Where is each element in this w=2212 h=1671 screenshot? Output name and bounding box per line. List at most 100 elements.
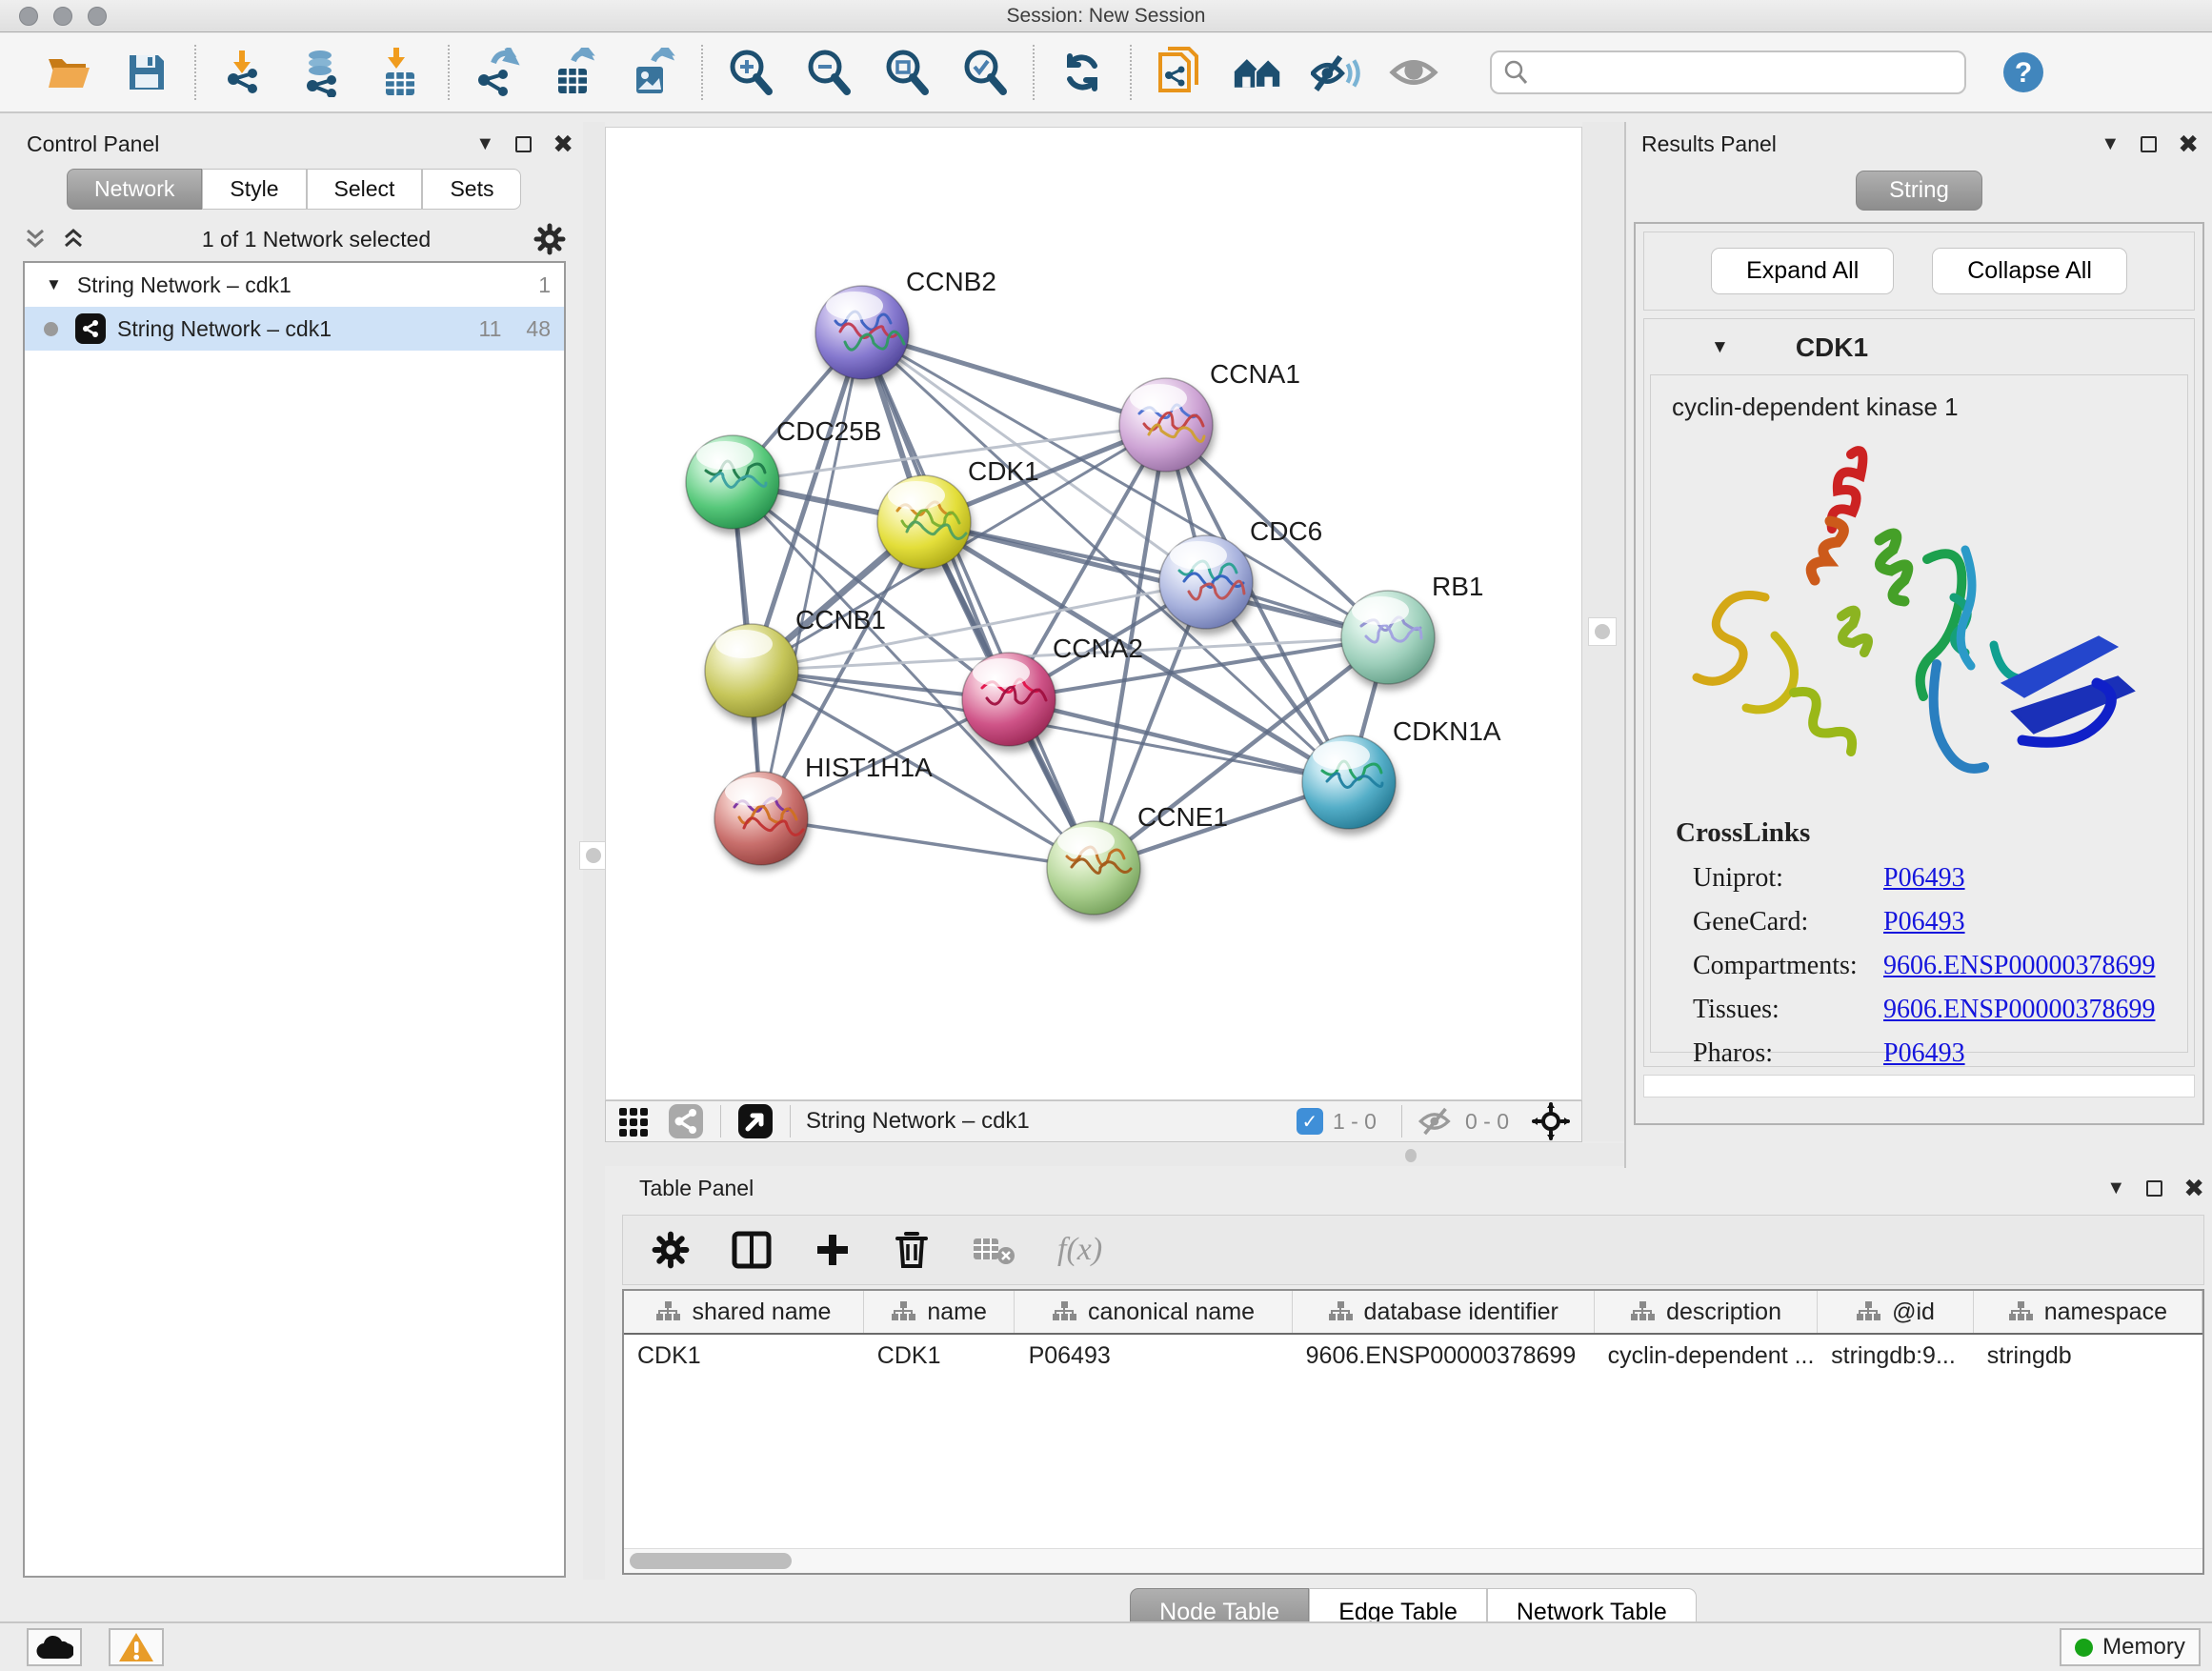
warnings-button[interactable] bbox=[109, 1628, 164, 1666]
zoom-in-button[interactable] bbox=[726, 46, 775, 99]
network-view-canvas[interactable]: CCNB2CCNA1CDC25BCDK1CDC6RB1CCNB1CCNA2CDK… bbox=[605, 127, 1582, 1100]
crosslink-link[interactable]: P06493 bbox=[1883, 863, 1965, 894]
node-CDC6[interactable]: CDC6 bbox=[1159, 516, 1322, 629]
crosslink-link[interactable]: P06493 bbox=[1883, 907, 1965, 937]
expand-all-button[interactable]: Expand All bbox=[1711, 248, 1894, 294]
zoom-out-button[interactable] bbox=[804, 46, 854, 99]
table-panel-float-button[interactable] bbox=[2146, 1180, 2162, 1197]
table-horizontal-scrollbar[interactable] bbox=[624, 1548, 2202, 1573]
table-options-gear-icon[interactable] bbox=[652, 1231, 690, 1269]
results-panel-menu-button[interactable]: ▼ bbox=[2101, 133, 2120, 155]
section-collapse-triangle-icon[interactable]: ▼ bbox=[1711, 337, 1729, 358]
crosslink-link[interactable]: P06493 bbox=[1883, 1038, 1965, 1069]
column-header-name[interactable]: name bbox=[864, 1291, 1016, 1333]
tab-network[interactable]: Network bbox=[67, 169, 202, 210]
edge-CCNB2-CCNA1[interactable] bbox=[862, 332, 1166, 425]
column-header-databaseidentifier[interactable]: database identifier bbox=[1293, 1291, 1595, 1333]
crosslink-row: Pharos:P06493 bbox=[1651, 1032, 2187, 1076]
network-view-mode-icon[interactable] bbox=[667, 1102, 705, 1140]
save-session-button[interactable] bbox=[122, 46, 171, 99]
column-header-description[interactable]: description bbox=[1595, 1291, 1819, 1333]
right-splitter[interactable] bbox=[1582, 122, 1624, 1141]
node-CDK1[interactable]: CDK1 bbox=[877, 456, 1039, 569]
import-network-database-button[interactable] bbox=[297, 46, 347, 99]
results-horizontal-scrollbar[interactable] bbox=[1643, 1075, 2195, 1097]
hide-selected-button[interactable] bbox=[1311, 46, 1360, 99]
column-header-sharedname[interactable]: shared name bbox=[624, 1291, 864, 1333]
show-columns-icon[interactable] bbox=[732, 1231, 772, 1269]
node-CDC25B[interactable]: CDC25B bbox=[686, 416, 881, 529]
edge-HIST1H1A-CCNE1[interactable] bbox=[761, 818, 1094, 868]
detach-view-icon[interactable] bbox=[736, 1102, 774, 1140]
table-cell[interactable]: CDK1 bbox=[624, 1335, 864, 1379]
crosslink-row: Uniprot:P06493 bbox=[1651, 856, 2187, 900]
table-cell[interactable]: CDK1 bbox=[864, 1335, 1016, 1379]
column-header-canonicalname[interactable]: canonical name bbox=[1015, 1291, 1292, 1333]
table-panel-close-button[interactable]: ✖ bbox=[2183, 1174, 2204, 1203]
results-panel-close-button[interactable]: ✖ bbox=[2178, 130, 2199, 159]
selected-nodes-checkbox[interactable]: ✓ bbox=[1297, 1108, 1323, 1135]
network-row[interactable]: String Network – cdk1 11 48 bbox=[25, 307, 564, 351]
import-table-icon bbox=[376, 48, 424, 97]
delete-column-icon[interactable] bbox=[894, 1230, 930, 1270]
column-header-namespace[interactable]: namespace bbox=[1974, 1291, 2202, 1333]
table-cell[interactable]: stringdb bbox=[1974, 1335, 2202, 1379]
zoom-selected-button[interactable] bbox=[960, 46, 1010, 99]
export-image-button[interactable] bbox=[629, 46, 678, 99]
return-to-gallery-button[interactable] bbox=[1233, 46, 1282, 99]
show-all-button[interactable] bbox=[1389, 46, 1438, 99]
tab-select[interactable]: Select bbox=[307, 169, 423, 210]
zoom-fit-button[interactable] bbox=[882, 46, 932, 99]
node-CCNA1[interactable]: CCNA1 bbox=[1119, 359, 1300, 472]
results-panel-float-button[interactable] bbox=[2141, 136, 2157, 152]
control-panel-close-button[interactable]: ✖ bbox=[553, 130, 573, 159]
node-CDKN1A[interactable]: CDKN1A bbox=[1302, 716, 1501, 829]
grid-view-icon[interactable] bbox=[617, 1104, 652, 1138]
apply-layout-button[interactable] bbox=[1057, 46, 1107, 99]
memory-button[interactable]: Memory bbox=[2060, 1628, 2201, 1666]
node-HIST1H1A[interactable]: HIST1H1A bbox=[714, 753, 933, 865]
table-cell[interactable]: P06493 bbox=[1016, 1335, 1293, 1379]
birds-eye-view-icon[interactable] bbox=[1532, 1102, 1570, 1140]
table-panel-menu-button[interactable]: ▼ bbox=[2106, 1178, 2125, 1199]
copy-style-button[interactable] bbox=[1155, 46, 1204, 99]
import-network-file-button[interactable] bbox=[219, 46, 269, 99]
node-CCNB2[interactable]: CCNB2 bbox=[815, 267, 996, 379]
control-panel-float-button[interactable] bbox=[515, 136, 532, 152]
control-panel-menu-button[interactable]: ▼ bbox=[475, 133, 494, 155]
export-network-button[interactable] bbox=[473, 46, 522, 99]
node-CCNB1[interactable]: CCNB1 bbox=[705, 605, 886, 717]
collapse-triangle-icon[interactable]: ▼ bbox=[46, 275, 62, 294]
import-table-file-button[interactable] bbox=[375, 46, 425, 99]
network-options-gear-icon[interactable] bbox=[533, 223, 566, 255]
table-panel-title: Table Panel bbox=[639, 1176, 754, 1201]
help-button[interactable]: ? bbox=[1999, 46, 2048, 99]
node-RB1[interactable]: RB1 bbox=[1341, 572, 1483, 684]
right-splitter-handle[interactable] bbox=[1588, 617, 1617, 646]
network-collection-row[interactable]: ▼ String Network – cdk1 1 bbox=[25, 263, 564, 307]
column-header-id[interactable]: @id bbox=[1818, 1291, 1973, 1333]
open-session-button[interactable] bbox=[44, 46, 93, 99]
crosslink-link[interactable]: 9606.ENSP00000378699 bbox=[1883, 995, 2155, 1025]
edge-CCNB2-HIST1H1A[interactable] bbox=[761, 332, 862, 818]
expand-all-networks-icon[interactable] bbox=[23, 227, 48, 252]
results-tab-string[interactable]: String bbox=[1856, 171, 1982, 211]
table-cell[interactable]: stringdb:9... bbox=[1818, 1335, 1974, 1379]
collapse-all-networks-icon[interactable] bbox=[61, 227, 86, 252]
cloud-status-button[interactable] bbox=[27, 1628, 82, 1666]
edge-CCNB2-CCNE1[interactable] bbox=[862, 332, 1094, 868]
gene-description: cyclin-dependent kinase 1 bbox=[1651, 385, 2187, 426]
left-splitter-handle[interactable] bbox=[579, 841, 608, 870]
table-cell[interactable]: 9606.ENSP00000378699 bbox=[1293, 1335, 1595, 1379]
tab-style[interactable]: Style bbox=[202, 169, 306, 210]
eye-slash-icon bbox=[1311, 50, 1360, 94]
tab-sets[interactable]: Sets bbox=[422, 169, 521, 210]
add-column-icon[interactable] bbox=[814, 1231, 852, 1269]
table-cell[interactable]: cyclin-dependent ... bbox=[1595, 1335, 1819, 1379]
export-table-button[interactable] bbox=[551, 46, 600, 99]
scrollbar-thumb[interactable] bbox=[630, 1553, 792, 1569]
left-splitter[interactable] bbox=[583, 122, 605, 1580]
search-input[interactable] bbox=[1530, 60, 1940, 85]
crosslink-link[interactable]: 9606.ENSP00000378699 bbox=[1883, 951, 2155, 981]
collapse-all-button[interactable]: Collapse All bbox=[1932, 248, 2127, 294]
